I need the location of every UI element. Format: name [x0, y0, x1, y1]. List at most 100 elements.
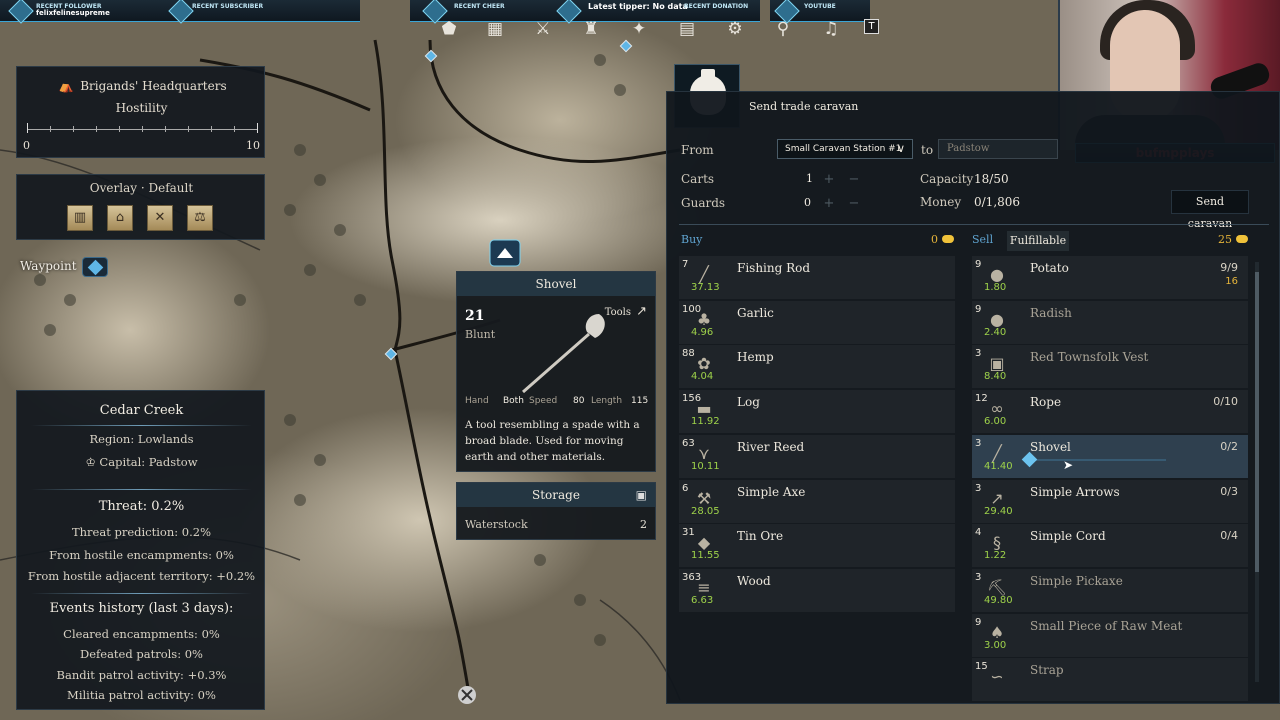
sell-scrollbar[interactable]: [1255, 262, 1259, 682]
storage-title: Storage: [457, 483, 655, 507]
brigand-camp-icon: ⛺: [58, 79, 74, 93]
item-name: Simple Arrows: [1030, 484, 1120, 499]
send-caravan-button[interactable]: Send caravan: [1171, 190, 1249, 230]
from-station-select[interactable]: Small Caravan Station #1 ∨: [777, 139, 913, 159]
tower-icon[interactable]: ♜: [580, 18, 602, 40]
guards-label: Guards: [681, 196, 726, 210]
recent-subscriber-label: RECENT SUBSCRIBER: [192, 3, 264, 10]
item-count: 6: [682, 482, 689, 494]
sell-item-row[interactable]: ● 9 1.80 Potato 9/9 16: [972, 256, 1248, 299]
tooltip-title: Shovel: [457, 272, 655, 296]
tooltip-stats: Hand Both Speed 80 Length 115: [465, 396, 649, 410]
item-count: 363: [682, 571, 702, 583]
from-label: From: [681, 143, 714, 157]
trade-title: Send trade caravan: [749, 100, 859, 113]
threat-prediction: Threat prediction: 0.2%: [71, 525, 212, 539]
sell-item-row[interactable]: ♠ 9 3.00 Small Piece of Raw Meat: [972, 613, 1248, 657]
sell-item-row[interactable]: ∞ 12 6.00 Rope 0/10: [972, 390, 1248, 434]
item-tooltip: Shovel 21 Blunt Tools ↗ Hand Both Speed …: [456, 271, 656, 472]
tooltip-damage: 21: [465, 308, 485, 324]
shovel-image-icon: [522, 314, 605, 394]
item-name: Shovel: [1030, 439, 1071, 454]
buy-item-row[interactable]: ⚒ 6 28.05 Simple Axe: [679, 479, 955, 523]
inventory-icon[interactable]: ▦: [484, 18, 506, 40]
capacity-value: 18/50: [974, 172, 1009, 186]
sell-item-row[interactable]: ╱ 3 41.40 Shovel 0/2: [972, 434, 1248, 478]
buy-item-row[interactable]: ▬ 156 11.92 Log: [679, 390, 955, 434]
journal-icon[interactable]: ▤: [676, 18, 698, 40]
search-icon[interactable]: ⚲: [772, 18, 794, 40]
tab-fulfillable[interactable]: Fulfillable: [1007, 231, 1069, 251]
guards-plus-button[interactable]: +: [822, 197, 836, 211]
buy-item-row[interactable]: ╱ 7 37.13 Fishing Rod: [679, 256, 955, 299]
hostility-tick: [27, 123, 28, 133]
waypoint-toggle[interactable]: [82, 257, 108, 277]
region-name: Cedar Creek: [99, 403, 184, 418]
item-name: Fishing Rod: [737, 261, 811, 275]
buy-item-row[interactable]: ◆ 31 11.55 Tin Ore: [679, 524, 955, 568]
item-name: Tin Ore: [737, 529, 784, 544]
capital-text: Capital: Padstow: [99, 455, 198, 469]
crafting-icon[interactable]: ⚙: [724, 18, 746, 40]
coin-icon: [1236, 235, 1248, 243]
stat-speed-label: Speed: [529, 396, 558, 406]
item-name: Potato: [1030, 261, 1069, 275]
item-count: 3: [975, 437, 982, 449]
buy-item-row[interactable]: ♣ 100 4.96 Garlic: [679, 300, 955, 344]
recent-donation-label: RECENT DONATION: [684, 3, 749, 10]
item-count: 15: [975, 661, 988, 673]
item-price: 1.80: [984, 282, 1007, 293]
skills-icon[interactable]: ✦: [628, 18, 650, 40]
overlay-trade-icon[interactable]: ⚖: [187, 205, 213, 231]
buy-item-row[interactable]: ≡ 363 6.63 Wood: [679, 568, 955, 612]
overlay-village-icon[interactable]: ⌂: [107, 205, 133, 231]
to-destination-select[interactable]: Padstow: [938, 139, 1058, 159]
hostility-tick: [50, 126, 51, 132]
item-quantity: 0/3: [1220, 484, 1238, 498]
overlay-map-icon[interactable]: ▥: [67, 205, 93, 231]
threat-adjacent: From hostile adjacent territory: +0.2%: [27, 569, 256, 583]
trade-caravan-panel: Send trade caravan From Small Caravan St…: [666, 91, 1280, 704]
tooltip-category: Tools: [604, 307, 631, 318]
recent-subscriber: RECENT SUBSCRIBER: [192, 3, 263, 10]
sell-coins: 25: [1218, 233, 1248, 246]
item-name: Simple Axe: [737, 484, 806, 499]
carts-input[interactable]: 1: [777, 170, 813, 188]
recent-follower: RECENT FOLLOWER felixfelinesupreme: [36, 3, 110, 17]
carts-label: Carts: [681, 172, 715, 186]
sell-item-row[interactable]: ∽ 15 Strap: [972, 658, 1248, 702]
buy-item-row[interactable]: ⋎ 63 10.11 River Reed: [679, 434, 955, 478]
overlay-battle-icon[interactable]: ✕: [147, 205, 173, 231]
guards-input[interactable]: 0: [775, 194, 811, 212]
sell-item-row[interactable]: § 4 1.22 Simple Cord 0/4: [972, 524, 1248, 568]
item-name: Wood: [737, 573, 771, 588]
shovel-sell-slider[interactable]: [1021, 451, 1166, 468]
overlay-panel: Overlay · Default ▥ ⌂ ✕ ⚖: [16, 174, 265, 240]
waypoint-label: Waypoint: [20, 259, 77, 273]
sell-item-row[interactable]: ⛏ 3 49.80 Simple Pickaxe: [972, 568, 1248, 612]
guards-minus-button[interactable]: −: [847, 197, 861, 211]
sell-item-row[interactable]: ▣ 3 8.40 Red Townsfolk Vest: [972, 345, 1248, 389]
slider-handle[interactable]: [1021, 451, 1038, 468]
item-count: 4: [975, 527, 982, 539]
sword-icon[interactable]: ⚔: [532, 18, 554, 40]
buy-item-row[interactable]: ✿ 88 4.04 Hemp: [679, 345, 955, 389]
sell-item-row[interactable]: ↗ 3 29.40 Simple Arrows 0/3: [972, 479, 1248, 523]
item-price: 29.40: [984, 505, 1013, 517]
item-count: 156: [682, 393, 702, 405]
recent-cheer: RECENT CHEER: [454, 3, 505, 10]
carts-plus-button[interactable]: +: [822, 173, 836, 187]
hotkey-t[interactable]: T: [864, 19, 879, 34]
events-title: Events history (last 3 days):: [49, 601, 234, 616]
carts-minus-button[interactable]: −: [847, 173, 861, 187]
item-count: 3: [975, 348, 982, 360]
map-pin-icon[interactable]: ⬟: [438, 18, 460, 40]
bell-icon[interactable]: ♫: [820, 18, 842, 40]
to-label: to: [921, 143, 934, 157]
sell-item-row[interactable]: ● 9 2.40 Radish: [972, 300, 1248, 344]
recent-donation: RECENT DONATION: [684, 3, 748, 10]
hostility-tick: [73, 126, 74, 132]
tooltip-damage-type: Blunt: [465, 328, 496, 341]
sell-scrollbar-thumb[interactable]: [1255, 272, 1259, 572]
item-count: 9: [975, 616, 982, 628]
